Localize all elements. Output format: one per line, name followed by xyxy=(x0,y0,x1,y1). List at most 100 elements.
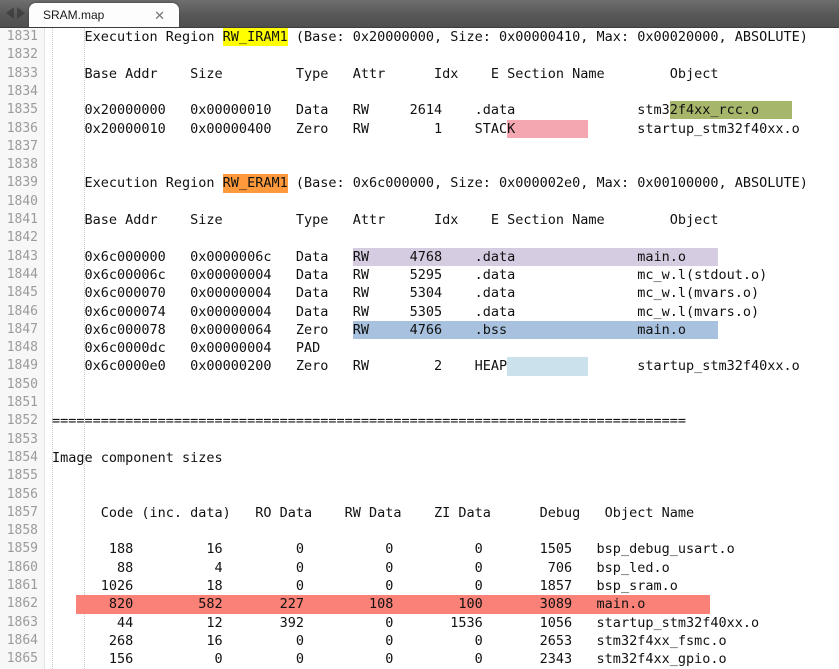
line-number: 1832 xyxy=(6,47,38,63)
line-number: 1860 xyxy=(6,559,38,575)
line-text: Execution Region RW_IRAM1 (Base: 0x20000… xyxy=(52,29,808,45)
code-line[interactable]: 1863 44 12 392 0 1536 1056 startup_stm32… xyxy=(0,614,839,632)
line-text: 820 582 227 108 100 3089 main.o xyxy=(52,596,646,613)
code-line[interactable]: 1851 xyxy=(0,394,839,412)
code-line[interactable]: 1860 88 4 0 0 0 706 bsp_led.o xyxy=(0,559,839,577)
line-number: 1838 xyxy=(6,157,38,173)
code-line[interactable]: 1858 xyxy=(0,522,839,540)
code-line[interactable]: 1834 xyxy=(0,83,839,101)
code-line[interactable]: 1865 156 0 0 0 0 2343 stm32f4xx_gpio.o xyxy=(0,650,839,668)
line-text: 188 16 0 0 0 1505 bsp_debug_usart.o xyxy=(52,541,735,558)
code-line[interactable]: 1844 0x6c00006c 0x00000004 Data RW 5295 … xyxy=(0,266,839,284)
line-number: 1861 xyxy=(6,578,38,593)
line-text: 0x6c000078 0x00000064 Zero RW 4766 .bss … xyxy=(52,321,686,338)
code-line[interactable]: 1849 0x6c0000e0 0x00000200 Zero RW 2 HEA… xyxy=(0,357,839,376)
code-line[interactable]: 1861 1026 18 0 0 0 1857 bsp_sram.o xyxy=(0,577,839,595)
line-number: 1837 xyxy=(6,138,38,154)
code-line[interactable]: 1845 0x6c000070 0x00000004 Data RW 5304 … xyxy=(0,284,839,302)
line-number: 1840 xyxy=(6,193,38,209)
line-number: 1855 xyxy=(6,468,38,484)
line-number: 1833 xyxy=(6,65,38,81)
code-line[interactable]: 1855 xyxy=(0,467,839,485)
code-line[interactable]: 1856 xyxy=(0,486,839,504)
line-text: 0x6c000070 0x00000004 Data RW 5304 .data… xyxy=(52,285,760,302)
line-number: 1851 xyxy=(6,395,38,410)
code-line[interactable]: 1831 Execution Region RW_IRAM1 (Base: 0x… xyxy=(0,28,839,47)
line-number: 1834 xyxy=(6,83,38,99)
line-number: 1836 xyxy=(6,120,38,136)
code-lines[interactable]: 1831 Execution Region RW_IRAM1 (Base: 0x… xyxy=(0,28,839,669)
line-text: Base Addr Size Type Attr Idx E Section N… xyxy=(52,212,719,228)
line-number: 1862 xyxy=(6,596,38,612)
code-line[interactable]: 1843 0x6c000000 0x0000006c Data RW 4768 … xyxy=(0,247,839,266)
code-line[interactable]: 1847 0x6c000078 0x00000064 Zero RW 4766 … xyxy=(0,320,839,340)
line-number: 1856 xyxy=(6,486,38,502)
line-text: Code (inc. data) RO Data RW Data ZI Data… xyxy=(52,504,695,521)
code-line[interactable]: 1857 Code (inc. data) RO Data RW Data ZI… xyxy=(0,504,839,522)
code-line[interactable]: 1840 xyxy=(0,193,839,211)
line-text: 0x20000000 0x00000010 Data RW 2614 .data… xyxy=(52,102,760,119)
code-line[interactable]: 1850 xyxy=(0,376,839,394)
line-text: 88 4 0 0 0 706 bsp_led.o xyxy=(52,559,670,576)
code-editor[interactable]: 1831 Execution Region RW_IRAM1 (Base: 0x… xyxy=(0,28,839,669)
line-number: 1853 xyxy=(6,431,38,447)
code-line[interactable]: 1862 820 582 227 108 100 3089 main.o xyxy=(0,595,839,614)
code-line[interactable]: 1848 0x6c0000dc 0x00000004 PAD xyxy=(0,339,839,357)
code-line[interactable]: 1841 Base Addr Size Type Attr Idx E Sect… xyxy=(0,211,839,229)
code-line[interactable]: 1839 Execution Region RW_ERAM1 (Base: 0x… xyxy=(0,174,839,193)
chevron-left-icon[interactable] xyxy=(6,7,14,19)
code-line[interactable]: 1864 268 16 0 0 0 2653 stm32f4xx_fsmc.o xyxy=(0,632,839,650)
line-text: 0x6c0000e0 0x00000200 Zero RW 2 HEAP sta… xyxy=(52,358,800,375)
line-number: 1848 xyxy=(6,340,38,356)
line-number: 1854 xyxy=(6,449,38,465)
line-number: 1859 xyxy=(6,541,38,557)
chevron-right-icon[interactable] xyxy=(17,7,25,19)
line-text: 0x6c00006c 0x00000004 Data RW 5295 .data… xyxy=(52,266,768,283)
line-number: 1850 xyxy=(6,376,38,392)
line-number: 1865 xyxy=(6,651,38,667)
code-line[interactable]: 1832 xyxy=(0,46,839,64)
line-text: ========================================… xyxy=(52,413,686,430)
line-number: 1857 xyxy=(6,504,38,520)
line-text: Image component sizes xyxy=(52,449,223,466)
line-text: 0x20000010 0x00000400 Zero RW 1 STACK st… xyxy=(52,120,800,137)
tab-title: SRAM.map xyxy=(43,8,105,22)
line-text: 0x6c000000 0x0000006c Data RW 4768 .data… xyxy=(52,248,686,265)
line-text: 1026 18 0 0 0 1857 bsp_sram.o xyxy=(52,578,678,594)
line-number: 1839 xyxy=(6,175,38,191)
line-text: 0x6c0000dc 0x00000004 PAD xyxy=(52,340,321,357)
tab-bar: SRAM.map ✕ xyxy=(0,0,839,28)
line-number: 1843 xyxy=(6,248,38,264)
line-text: 44 12 392 0 1536 1056 startup_stm32f40xx… xyxy=(52,614,760,631)
line-number: 1844 xyxy=(6,266,38,282)
editor-tab-sram-map[interactable]: SRAM.map ✕ xyxy=(29,3,179,27)
line-text: 0x6c000074 0x00000004 Data RW 5305 .data… xyxy=(52,303,760,320)
code-line[interactable]: 1838 xyxy=(0,156,839,174)
code-line[interactable]: 1835 0x20000000 0x00000010 Data RW 2614 … xyxy=(0,101,839,120)
line-number: 1841 xyxy=(6,212,38,227)
tab-nav-arrows xyxy=(0,0,29,27)
code-line[interactable]: 1833 Base Addr Size Type Attr Idx E Sect… xyxy=(0,65,839,83)
line-number: 1847 xyxy=(6,321,38,337)
line-text: 156 0 0 0 0 2343 stm32f4xx_gpio.o xyxy=(52,651,727,668)
line-number: 1842 xyxy=(6,230,38,246)
line-number: 1835 xyxy=(6,102,38,118)
code-line[interactable]: 1846 0x6c000074 0x00000004 Data RW 5305 … xyxy=(0,303,839,321)
line-text: Execution Region RW_ERAM1 (Base: 0x6c000… xyxy=(52,175,808,192)
line-text: 268 16 0 0 0 2653 stm32f4xx_fsmc.o xyxy=(52,632,727,649)
code-line[interactable]: 1837 xyxy=(0,138,839,156)
line-number: 1849 xyxy=(6,358,38,374)
line-number: 1858 xyxy=(6,523,38,539)
close-icon[interactable]: ✕ xyxy=(136,9,171,22)
code-line[interactable]: 1859 188 16 0 0 0 1505 bsp_debug_usart.o xyxy=(0,540,839,558)
line-number: 1863 xyxy=(6,614,38,630)
code-line[interactable]: 1854 Image component sizes xyxy=(0,449,839,467)
line-text: Base Addr Size Type Attr Idx E Section N… xyxy=(52,65,719,82)
code-line[interactable]: 1836 0x20000010 0x00000400 Zero RW 1 STA… xyxy=(0,119,839,138)
code-line[interactable]: 1842 xyxy=(0,229,839,247)
line-number: 1852 xyxy=(6,413,38,429)
line-number: 1845 xyxy=(6,285,38,301)
line-number: 1831 xyxy=(6,29,38,44)
code-line[interactable]: 1853 xyxy=(0,431,839,449)
code-line[interactable]: 1852 ====================================… xyxy=(0,412,839,430)
